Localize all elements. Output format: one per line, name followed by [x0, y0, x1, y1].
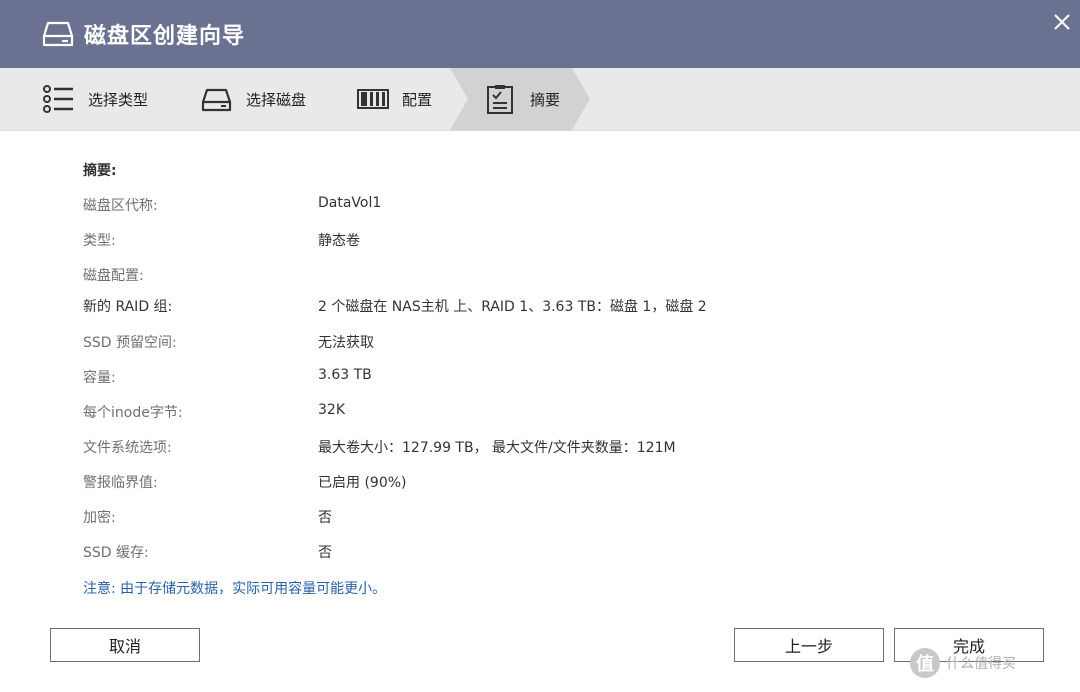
clipboard-icon [487, 85, 513, 114]
summary-row: 磁盘配置: [0, 265, 1080, 289]
summary-heading: 摘要: [83, 163, 117, 179]
capacity-note: 注意: 由于存储元数据，实际可用容量可能更小。 [83, 581, 387, 597]
step-summary[interactable]: 摘要 [484, 68, 560, 130]
summary-value: 3.63 TB [318, 367, 372, 383]
summary-key: 类型: [83, 233, 116, 249]
summary-value: 32K [318, 402, 345, 418]
summary-row: 文件系统选项: 最大卷大小：127.99 TB， 最大文件/文件夹数量：121M [0, 437, 1080, 461]
summary-row: SSD 预留空间: 无法获取 [0, 332, 1080, 356]
summary-key: 每个inode字节: [83, 405, 183, 421]
summary-row: 磁盘区代称: DataVol1 [0, 195, 1080, 219]
summary-value: 否 [318, 545, 332, 561]
summary-key: 新的 RAID 组: [83, 299, 173, 315]
previous-button[interactable]: 上一步 [734, 628, 884, 662]
summary-value: DataVol1 [318, 195, 382, 211]
watermark-badge: 值 [910, 648, 940, 678]
summary-key: 磁盘配置: [83, 268, 144, 284]
step-config[interactable]: 配置 [356, 68, 432, 130]
watermark-text: 什么值得买 [946, 656, 1016, 672]
list-icon [43, 85, 73, 113]
summary-row: 类型: 静态卷 [0, 230, 1080, 254]
step-select-disk[interactable]: 选择磁盘 [200, 68, 306, 130]
summary-value: 静态卷 [318, 233, 360, 249]
summary-key: 文件系统选项: [83, 440, 172, 456]
step-label: 配置 [402, 90, 433, 109]
summary-row: 加密: 否 [0, 507, 1080, 531]
summary-key: SSD 预留空间: [83, 335, 177, 351]
summary-key: 警报临界值: [83, 475, 158, 491]
summary-row: 每个inode字节: 32K [0, 402, 1080, 426]
summary-row: 容量: 3.63 TB [0, 367, 1080, 391]
title-bar: 磁盘区创建向导 [0, 0, 1080, 68]
step-label: 摘要 [530, 90, 561, 109]
summary-key: SSD 缓存: [83, 545, 149, 561]
close-icon[interactable] [1050, 10, 1074, 34]
summary-row: 新的 RAID 组: 2 个磁盘在 NAS主机 上、RAID 1、3.63 TB… [0, 296, 1080, 320]
step-label: 选择磁盘 [246, 90, 307, 109]
summary-value: 2 个磁盘在 NAS主机 上、RAID 1、3.63 TB：磁盘 1，磁盘 2 [318, 299, 707, 315]
summary-key: 加密: [83, 510, 116, 526]
summary-row: 警报临界值: 已启用 (90%) [0, 472, 1080, 496]
summary-row: SSD 缓存: 否 [0, 542, 1080, 566]
summary-value: 无法获取 [318, 335, 374, 351]
watermark: 值 什么值得买 [910, 648, 1016, 678]
summary-value: 否 [318, 510, 332, 526]
summary-value: 已启用 (90%) [318, 475, 407, 491]
summary-value: 最大卷大小：127.99 TB， 最大文件/文件夹数量：121M [318, 440, 676, 456]
disk-icon [201, 88, 232, 112]
cancel-button[interactable]: 取消 [50, 628, 200, 662]
wizard-steps: 选择类型 选择磁盘 配置 摘要 [0, 68, 1080, 131]
summary-key: 磁盘区代称: [83, 198, 158, 214]
window-title: 磁盘区创建向导 [84, 24, 246, 49]
drive-icon [42, 21, 74, 47]
step-label: 选择类型 [88, 90, 149, 109]
summary-panel: 摘要: 磁盘区代称: DataVol1 类型: 静态卷 磁盘配置: 新的 RAI… [0, 130, 1080, 610]
step-select-type[interactable]: 选择类型 [42, 68, 148, 130]
summary-key: 容量: [83, 370, 116, 386]
config-icon [357, 89, 389, 109]
